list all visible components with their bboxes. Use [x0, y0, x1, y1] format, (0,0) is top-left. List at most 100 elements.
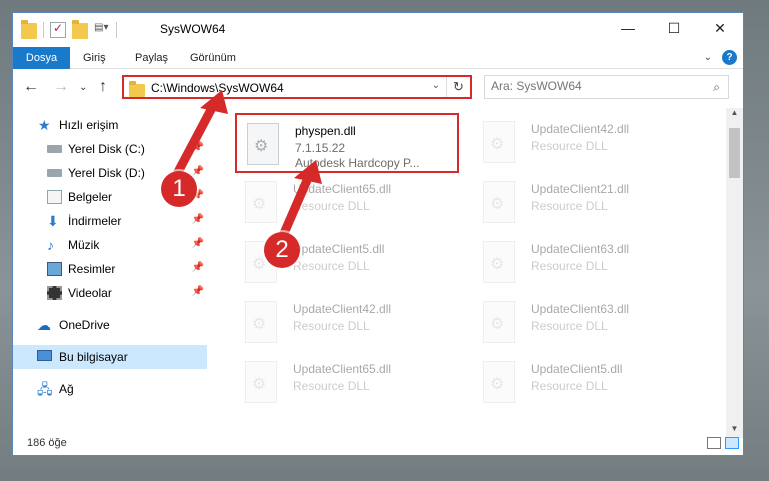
pin-icon[interactable]: 📌 [192, 166, 204, 177]
folder-icon [129, 81, 145, 97]
pin-icon[interactable]: 📌 [192, 286, 204, 297]
title-bar: ▤▾ SysWOW64 — ☐ ✕ [13, 13, 743, 47]
file-item[interactable]: UpdateClient65.dll Resource DLL [235, 353, 460, 411]
details-view-icon[interactable] [707, 437, 721, 449]
sidebar-item-quick-access[interactable]: ★ Hızlı erişim [13, 113, 207, 137]
forward-arrow-icon[interactable]: → [53, 78, 69, 96]
file-item[interactable]: UpdateClient5.dll Resource DLL [473, 353, 698, 411]
pin-icon[interactable]: 📌 [192, 142, 204, 153]
cloud-icon: ☁ [37, 317, 51, 333]
expand-ribbon-icon[interactable]: ⌄ [704, 52, 712, 63]
tab-share[interactable]: Paylaş [135, 47, 168, 69]
dll-file-icon [483, 121, 515, 163]
toolbar-divider [43, 22, 44, 38]
sidebar-item-label: Bu bilgisayar [59, 350, 128, 364]
status-bar: 186 öğe [13, 434, 743, 454]
address-path[interactable]: C:\Windows\SysWOW64 [151, 81, 284, 95]
network-icon: 🖧 [37, 381, 53, 397]
file-name: UpdateClient42.dll [531, 122, 630, 136]
file-item[interactable]: UpdateClient42.dll Resource DLL [235, 293, 460, 351]
sidebar-item-downloads[interactable]: ⬇ İndirmeler 📌 [13, 209, 207, 233]
search-input[interactable] [491, 79, 691, 93]
up-arrow-icon[interactable]: ↑ [99, 78, 107, 96]
dll-file-icon [245, 301, 277, 343]
file-list: physpen.dll 7.1.15.22 Autodesk Hardcopy … [223, 108, 723, 438]
sidebar-item-this-pc[interactable]: Bu bilgisayar [13, 345, 207, 369]
address-bar[interactable]: C:\Windows\SysWOW64 ⌄ ↻ [122, 75, 472, 99]
drive-icon [47, 169, 62, 177]
file-description: Resource DLL [293, 379, 370, 393]
tab-view[interactable]: Görünüm [190, 47, 236, 69]
ribbon-tabs: Dosya Giriş Paylaş Görünüm ⌄ ? [13, 47, 743, 69]
file-item[interactable]: UpdateClient42.dll Resource DLL [473, 113, 698, 171]
sidebar-item-label: Belgeler [68, 190, 113, 204]
dll-file-icon [245, 361, 277, 403]
sidebar-item-label: Yerel Disk (C:) [68, 142, 145, 156]
new-folder-icon[interactable] [72, 20, 88, 39]
toolbar-divider [116, 22, 117, 38]
vertical-scrollbar[interactable]: ▲ ▼ [726, 108, 743, 438]
tab-home[interactable]: Giriş [83, 47, 106, 69]
file-name: physpen.dll [295, 124, 356, 138]
file-item[interactable]: UpdateClient63.dll Resource DLL [473, 233, 698, 291]
sidebar-item-local-disk-c[interactable]: Yerel Disk (C:) 📌 [13, 137, 207, 161]
file-name: UpdateClient42.dll [293, 302, 392, 316]
window-title: SysWOW64 [160, 22, 226, 36]
address-dropdown-icon[interactable]: ⌄ [432, 80, 440, 91]
file-description: Autodesk Hardcopy P... [295, 156, 420, 170]
file-item[interactable]: UpdateClient65.dll Resource DLL [235, 173, 460, 231]
close-button[interactable]: ✕ [697, 13, 743, 43]
pin-icon[interactable]: 📌 [192, 214, 204, 225]
refresh-icon[interactable]: ↻ [446, 77, 470, 97]
file-name: UpdateClient65.dll [293, 362, 392, 376]
tiles-view-icon[interactable] [725, 437, 739, 449]
navigation-pane: ★ Hızlı erişim Yerel Disk (C:) 📌 Yerel D… [13, 113, 209, 431]
drive-icon [47, 145, 62, 153]
file-description: Resource DLL [531, 259, 608, 273]
file-name: UpdateClient65.dll [293, 182, 392, 196]
videos-icon [47, 286, 62, 300]
item-count: 186 öğe [27, 437, 67, 449]
sidebar-item-label: Hızlı erişim [59, 118, 119, 132]
pin-icon[interactable]: 📌 [192, 262, 204, 273]
file-description: Resource DLL [531, 139, 608, 153]
sidebar-item-label: Müzik [68, 238, 100, 252]
navigation-bar: ← → ⌄ ↑ C:\Windows\SysWOW64 ⌄ ↻ ⌕ [13, 73, 743, 103]
file-item[interactable]: UpdateClient21.dll Resource DLL [473, 173, 698, 231]
file-name: UpdateClient5.dll [293, 242, 385, 256]
dll-file-icon [245, 181, 277, 223]
search-icon[interactable]: ⌕ [713, 80, 720, 95]
search-box[interactable]: ⌕ [484, 75, 729, 99]
sidebar-item-onedrive[interactable]: ☁ OneDrive [13, 313, 207, 337]
sidebar-item-label: İndirmeler [68, 214, 122, 228]
sidebar-item-label: Yerel Disk (D:) [68, 166, 145, 180]
dll-file-icon [247, 123, 279, 165]
sidebar-item-pictures[interactable]: Resimler 📌 [13, 257, 207, 281]
minimize-button[interactable]: — [605, 13, 651, 43]
file-name: UpdateClient5.dll [531, 362, 623, 376]
properties-icon[interactable] [50, 21, 66, 38]
pin-icon[interactable]: 📌 [192, 238, 204, 249]
file-name: UpdateClient63.dll [531, 302, 630, 316]
sidebar-item-music[interactable]: ♪ Müzik 📌 [13, 233, 207, 257]
folder-icon[interactable] [21, 20, 37, 39]
file-item-physpen[interactable]: physpen.dll 7.1.15.22 Autodesk Hardcopy … [235, 113, 459, 173]
sidebar-item-videos[interactable]: Videolar 📌 [13, 281, 207, 305]
file-item[interactable]: UpdateClient63.dll Resource DLL [473, 293, 698, 351]
maximize-button[interactable]: ☐ [651, 13, 697, 43]
sidebar-item-network[interactable]: 🖧 Ağ [13, 377, 207, 401]
computer-icon [37, 350, 52, 361]
sidebar-item-label: Videolar [68, 286, 112, 300]
step-1-badge: 1 [161, 171, 197, 207]
scrollbar-thumb[interactable] [729, 128, 740, 178]
dll-file-icon [483, 301, 515, 343]
step-2-badge: 2 [264, 232, 300, 268]
back-arrow-icon[interactable]: ← [23, 78, 39, 96]
tab-file[interactable]: Dosya [13, 47, 70, 69]
recent-locations-icon[interactable]: ⌄ [79, 82, 87, 93]
customize-toolbar-icon[interactable]: ▤▾ [94, 22, 110, 38]
scroll-up-icon[interactable]: ▲ [726, 108, 743, 122]
file-description: Resource DLL [531, 199, 608, 213]
help-icon[interactable]: ? [722, 50, 737, 65]
file-version: 7.1.15.22 [295, 141, 346, 155]
